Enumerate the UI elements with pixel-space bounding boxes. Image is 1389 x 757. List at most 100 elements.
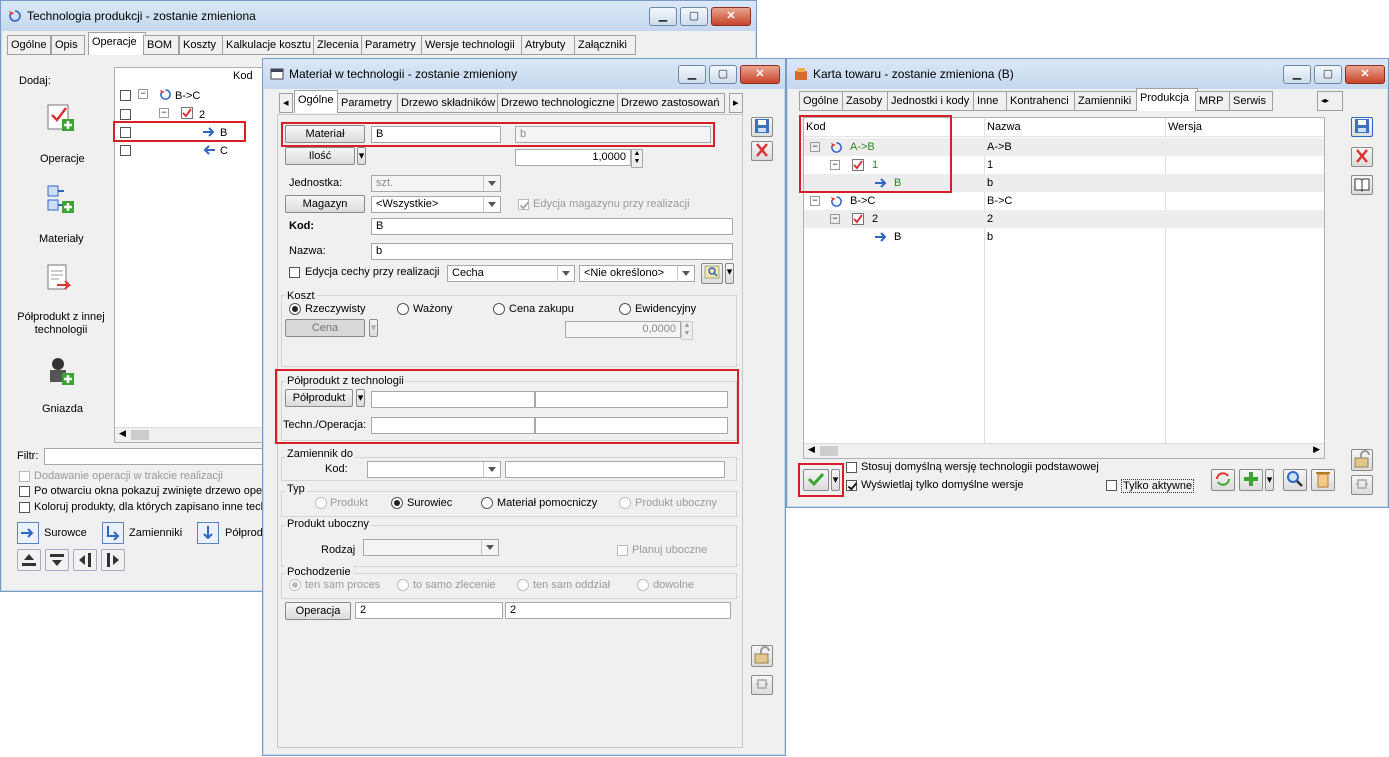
filter-input[interactable] [44, 448, 266, 465]
tab-ogolne[interactable]: Ogólne [7, 35, 51, 55]
typ-surowiec-radio[interactable] [391, 497, 403, 509]
jednostka-select[interactable]: szt. [371, 175, 501, 192]
tab-koszty[interactable]: Koszty [179, 35, 223, 55]
tylko-aktywne-checkbox[interactable] [1106, 480, 1117, 491]
tab-zamienniki[interactable]: Zamienniki [1074, 91, 1138, 111]
row-checkbox[interactable] [120, 109, 131, 120]
tab-wersje[interactable]: Wersje technologii [421, 35, 523, 55]
zamiennik-name-input[interactable] [505, 461, 725, 478]
pin-button[interactable] [751, 675, 773, 695]
cena-spinner[interactable]: ▲ ▼ [681, 321, 693, 340]
tree-node-bc[interactable]: B->C [175, 90, 200, 102]
pochodzenie-dowolne-radio[interactable] [637, 579, 649, 591]
save-button[interactable] [751, 117, 773, 137]
cancel-button[interactable] [751, 141, 773, 161]
tab-ogolne[interactable]: Ogólne [294, 90, 338, 113]
tab-atrybuty[interactable]: Atrybuty [521, 35, 577, 55]
cena-input[interactable]: 0,0000 [565, 321, 681, 338]
pin-button[interactable] [1351, 475, 1373, 495]
horizontal-scrollbar[interactable]: ◀ ▶ [804, 443, 1324, 458]
ilosc-spinner[interactable]: ▲ ▼ [631, 149, 643, 168]
typ-uboczny-radio[interactable] [619, 497, 631, 509]
row-checkbox[interactable] [120, 90, 131, 101]
cecha-lookup-button[interactable] [701, 263, 723, 284]
save-button[interactable] [1351, 117, 1373, 137]
tab-serwis[interactable]: Serwis [1229, 91, 1273, 111]
minimize-button[interactable]: ▁ [678, 65, 706, 84]
maximize-button[interactable]: ▢ [1314, 65, 1342, 84]
cancel-button[interactable] [1351, 147, 1373, 167]
tab-zasoby[interactable]: Zasoby [842, 91, 888, 111]
tab-parametry[interactable]: Parametry [337, 93, 399, 113]
maximize-button[interactable]: ▢ [680, 7, 708, 26]
stosuj-checkbox[interactable] [846, 462, 857, 473]
tree-node-2[interactable]: 2 [199, 109, 205, 121]
koszt-cena-zakupu-radio[interactable] [493, 303, 505, 315]
koszt-rzeczywisty-radio[interactable] [289, 303, 301, 315]
row-checkbox[interactable] [120, 145, 131, 156]
tab-scroll[interactable]: ◂▸ [1317, 91, 1343, 111]
zwiniete-checkbox[interactable] [19, 486, 30, 497]
add-button[interactable] [1239, 469, 1263, 491]
planuj-checkbox[interactable] [617, 545, 628, 556]
cecha-lookup-dropdown[interactable]: ▾ [725, 263, 734, 284]
operacja-button[interactable]: Operacja [285, 602, 351, 620]
legend-zamienniki[interactable]: Zamienniki [102, 522, 192, 544]
cena-dropdown[interactable]: ▾ [369, 319, 378, 337]
tab-scroll-left[interactable]: ◂ [279, 93, 293, 113]
expander[interactable]: − [830, 214, 840, 224]
tab-drzewo-skladnikow[interactable]: Drzewo składników [397, 93, 499, 113]
pochodzenie-oddzial-radio[interactable] [517, 579, 529, 591]
move-bottom-button[interactable] [45, 549, 69, 571]
koszt-wazony-radio[interactable] [397, 303, 409, 315]
operacja-input-1[interactable]: 2 [355, 602, 503, 619]
tab-opis[interactable]: Opis [51, 35, 85, 55]
tab-parametry[interactable]: Parametry [361, 35, 423, 55]
close-button[interactable]: ✕ [1345, 65, 1385, 84]
add-polprodukt-button[interactable]: Półprodukt z innej technologii [15, 263, 107, 343]
edycja-cechy-checkbox[interactable] [289, 267, 300, 278]
tab-inne[interactable]: Inne [973, 91, 1007, 111]
tab-bom[interactable]: BOM [143, 35, 179, 55]
move-right-button[interactable] [101, 549, 125, 571]
ilosc-input[interactable]: 1,0000 [515, 149, 631, 166]
typ-pomocniczy-radio[interactable] [481, 497, 493, 509]
wyswietlaj-checkbox[interactable] [846, 480, 857, 491]
zamiennik-kod-select[interactable] [367, 461, 501, 478]
move-top-button[interactable] [17, 549, 41, 571]
add-gniazda-button[interactable]: Gniazda [21, 355, 101, 419]
move-left-button[interactable] [73, 549, 97, 571]
close-button[interactable]: ✕ [740, 65, 780, 84]
edycja-magazynu-checkbox[interactable] [518, 199, 529, 210]
ilosc-dropdown[interactable]: ▾ [357, 147, 366, 165]
koloruj-checkbox[interactable] [19, 502, 30, 513]
delete-button[interactable] [1311, 469, 1335, 491]
tab-drzewo-zastosowan[interactable]: Drzewo zastosowań [617, 93, 725, 113]
tab-mrp[interactable]: MRP [1195, 91, 1231, 111]
tab-zalaczniki[interactable]: Załączniki [574, 35, 636, 55]
tab-ogolne[interactable]: Ogólne [799, 91, 843, 111]
table-row[interactable]: − B->C B->C [804, 192, 1324, 210]
magazyn-select[interactable]: <Wszystkie> [371, 196, 501, 213]
expander[interactable]: − [159, 108, 169, 118]
add-dropdown[interactable]: ▾ [1265, 469, 1274, 491]
minimize-button[interactable]: ▁ [1283, 65, 1311, 84]
tab-kontrahenci[interactable]: Kontrahenci [1006, 91, 1076, 111]
tab-zlecenia[interactable]: Zlecenia [313, 35, 363, 55]
legend-polprodukty[interactable]: Półprodukty [197, 522, 265, 544]
unlock-button[interactable] [1351, 449, 1373, 471]
tab-operacje[interactable]: Operacje [88, 32, 146, 55]
book-button[interactable] [1351, 175, 1373, 195]
magazyn-button[interactable]: Magazyn [285, 195, 365, 213]
typ-produkt-radio[interactable] [315, 497, 327, 509]
ilosc-button[interactable]: Ilość [285, 147, 355, 165]
search-button[interactable] [1283, 469, 1307, 491]
pochodzenie-zlecenie-radio[interactable] [397, 579, 409, 591]
nazwa-input[interactable]: b [371, 243, 733, 260]
tab-drzewo-technologiczne[interactable]: Drzewo technologiczne [497, 93, 619, 113]
tab-kalkulacje[interactable]: Kalkulacje kosztu [222, 35, 314, 55]
add-operacje-button[interactable]: Operacje [21, 101, 101, 171]
cena-button[interactable]: Cena [285, 319, 365, 337]
dodawanie-checkbox[interactable] [19, 471, 30, 482]
maximize-button[interactable]: ▢ [709, 65, 737, 84]
